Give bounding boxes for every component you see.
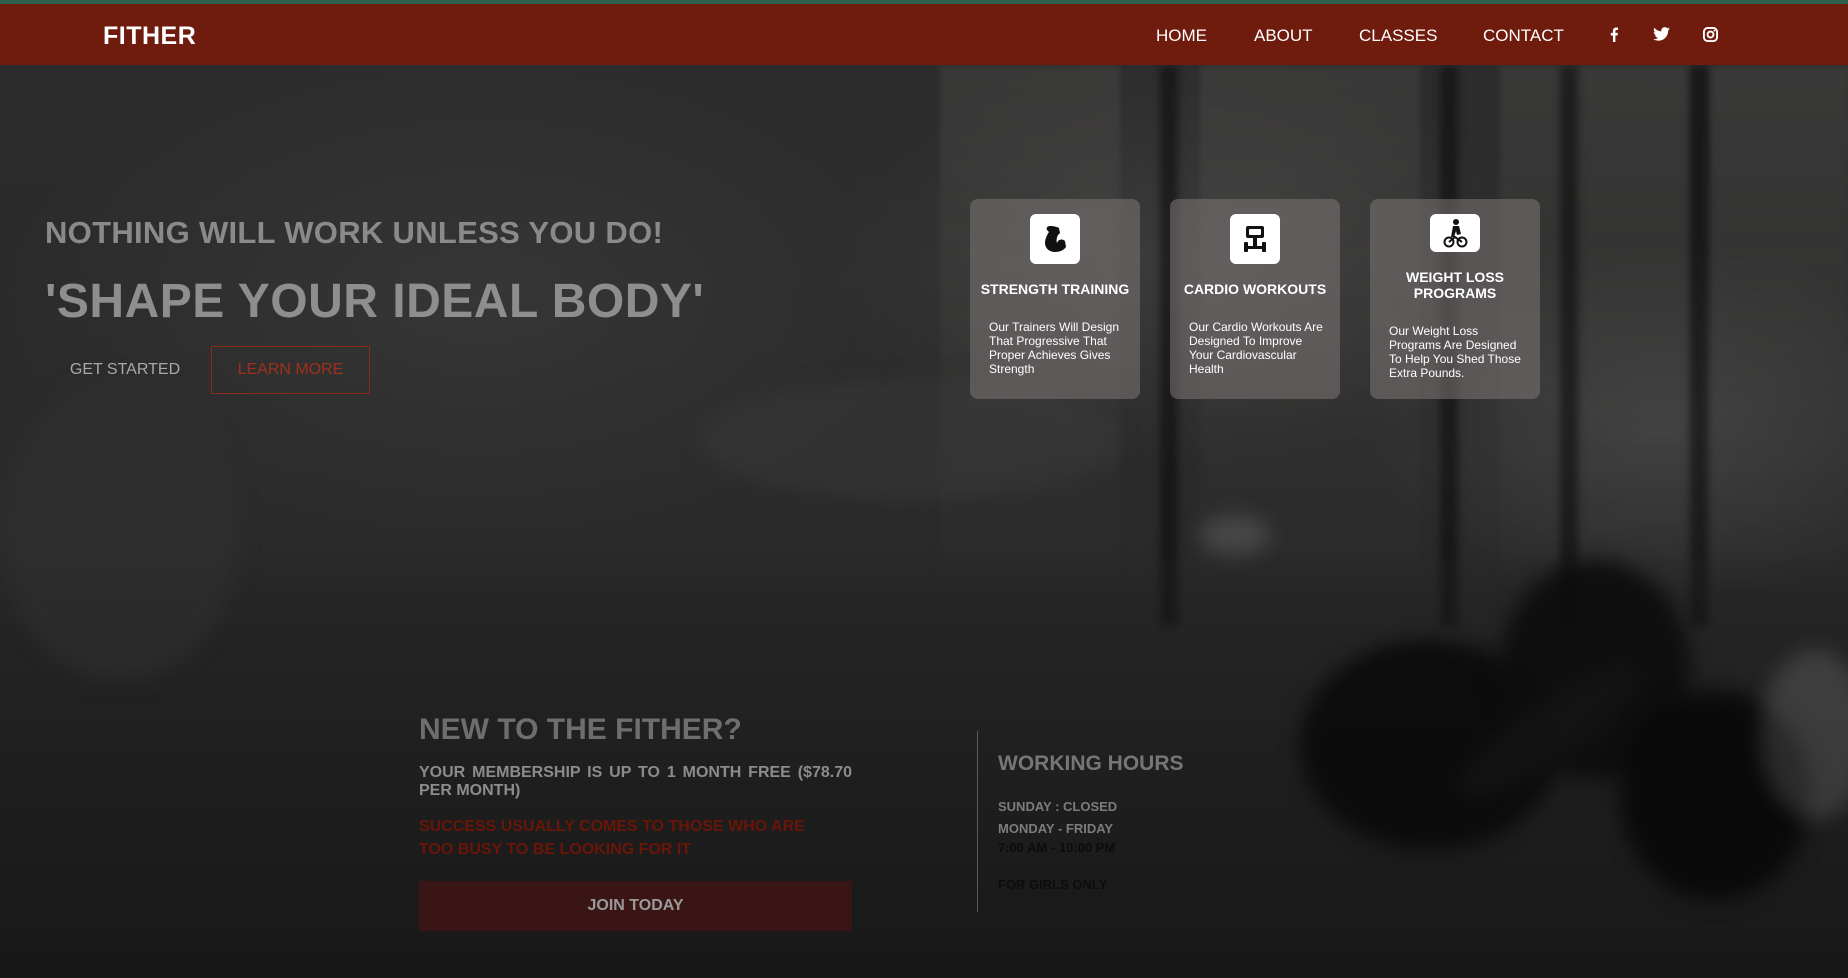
learn-more-button[interactable]: LEARN MORE xyxy=(211,346,370,394)
nav-about-link[interactable]: ABOUT xyxy=(1254,26,1313,46)
hours-weekdays: MONDAY - FRIDAY xyxy=(998,821,1114,836)
brand-logo[interactable]: FITHER xyxy=(103,22,196,51)
feature-card-strength: STRENGTH TRAINING Our Trainers Will Desi… xyxy=(970,199,1140,399)
hours-sunday: SUNDAY : CLOSED xyxy=(998,799,1118,814)
feature-title: STRENGTH TRAINING xyxy=(980,281,1130,297)
exercise-bike-icon xyxy=(1430,214,1480,252)
join-today-button[interactable]: JOIN TODAY xyxy=(419,881,852,931)
section-divider xyxy=(977,731,978,912)
navbar: FITHER HOME ABOUT CLASSES CONTACT xyxy=(0,4,1848,65)
feature-description: Our Trainers Will Design That Progressiv… xyxy=(989,320,1120,376)
feature-title: CARDIO WORKOUTS xyxy=(1183,281,1327,297)
get-started-button[interactable]: GET STARTED xyxy=(45,346,205,393)
hero-title: 'SHAPE YOUR IDEAL BODY' xyxy=(45,275,705,328)
nav-home-link[interactable]: HOME xyxy=(1156,26,1207,46)
motivational-quote: SUCCESS USUALLY COMES TO THOSE WHO ARE T… xyxy=(419,818,805,858)
feature-title: WEIGHT LOSS PROGRAMS xyxy=(1406,269,1504,301)
twitter-icon[interactable] xyxy=(1651,24,1671,44)
nav-contact-link[interactable]: CONTACT xyxy=(1483,26,1564,46)
membership-offer: YOUR MEMBERSHIP IS UP TO 1 MONTH FREE ($… xyxy=(419,764,852,799)
hours-weekday-time: 7:00 AM - 10:00 PM xyxy=(998,840,1116,855)
hero-subtitle: NOTHING WILL WORK UNLESS YOU DO! xyxy=(45,215,664,250)
working-hours-title: WORKING HOURS xyxy=(998,752,1184,775)
nav-classes-link[interactable]: CLASSES xyxy=(1359,26,1437,46)
flexed-arm-icon xyxy=(1030,214,1080,264)
feature-card-weight-loss: WEIGHT LOSS PROGRAMS Our Weight Loss Pro… xyxy=(1370,199,1540,399)
feature-description: Our Weight Loss Programs Are Designed To… xyxy=(1389,324,1521,380)
hours-note: FOR GIRLS ONLY xyxy=(998,877,1108,892)
hero-background-image xyxy=(0,0,1848,978)
membership-title: NEW TO THE FITHER? xyxy=(419,713,742,746)
dumbbell-machine-icon xyxy=(1230,214,1280,264)
feature-card-cardio: CARDIO WORKOUTS Our Cardio Workouts Are … xyxy=(1170,199,1340,399)
feature-description: Our Cardio Workouts Are Designed To Impr… xyxy=(1189,320,1323,376)
facebook-icon[interactable] xyxy=(1604,24,1624,44)
instagram-icon[interactable] xyxy=(1700,24,1720,44)
top-accent-line xyxy=(0,0,1848,4)
